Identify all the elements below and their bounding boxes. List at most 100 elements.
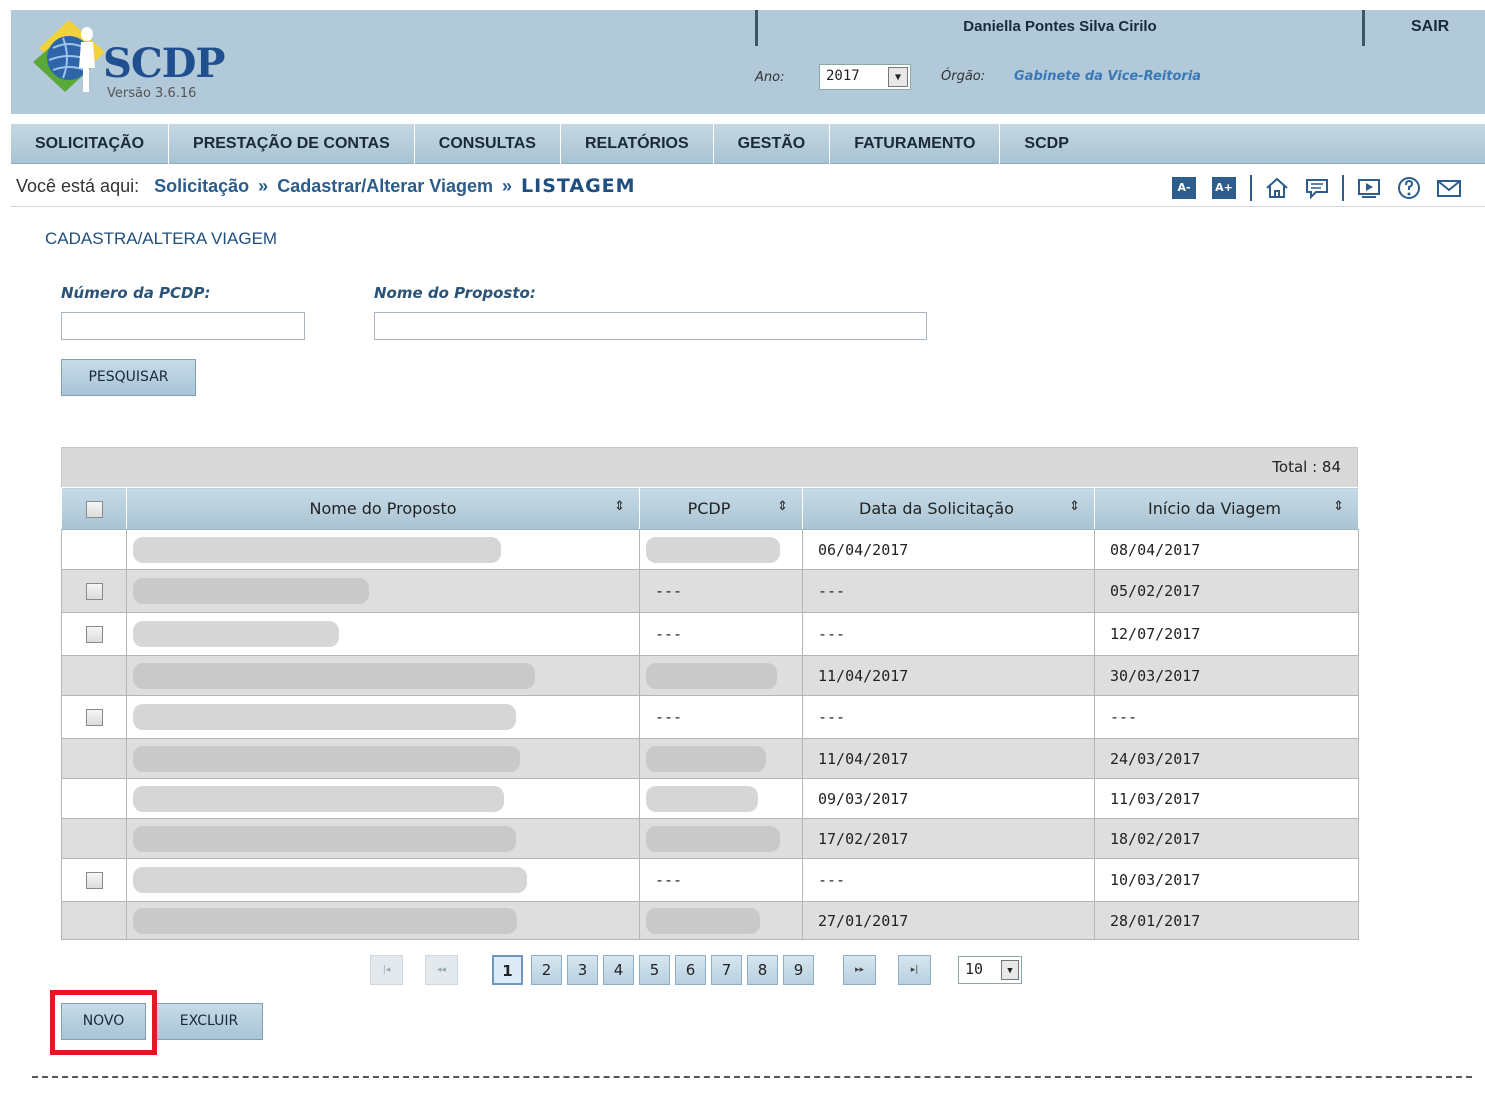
delete-button[interactable]: EXCLUIR	[155, 1003, 263, 1040]
sort-icon[interactable]: ⇕	[614, 499, 625, 514]
chat-icon[interactable]	[1304, 175, 1330, 201]
menu-item-solicitacao[interactable]: SOLICITAÇÃO	[11, 124, 170, 164]
row-checkbox[interactable]	[85, 872, 103, 889]
mail-icon[interactable]	[1436, 175, 1462, 201]
pcdp-label: Número da PCDP:	[61, 284, 211, 302]
row-select-cell	[61, 569, 127, 613]
redacted-name	[133, 867, 527, 893]
year-label: Ano:	[755, 70, 785, 85]
redacted-name	[133, 704, 516, 730]
redacted-name	[133, 621, 339, 647]
divider	[11, 206, 1485, 207]
row-select-cell	[61, 901, 127, 940]
breadcrumb-current: LISTAGEM	[521, 175, 636, 197]
column-header-inicio[interactable]: Início da Viagem ⇕	[1094, 487, 1359, 530]
row-select-cell	[61, 655, 127, 696]
sort-icon[interactable]: ⇕	[777, 499, 788, 514]
row-checkbox[interactable]	[85, 709, 103, 726]
redacted-pcdp	[646, 785, 758, 812]
menu-item-prestacao-contas[interactable]: PRESTAÇÃO DE CONTAS	[169, 124, 415, 164]
total-count: Total : 84	[61, 447, 1358, 487]
data-solicitacao-cell: ---	[802, 695, 1095, 739]
table-row[interactable]: --- --- 12/07/2017	[61, 612, 1359, 656]
year-select[interactable]: 2017 ▼	[819, 64, 911, 90]
scdp-logo-icon	[33, 20, 105, 92]
menu-item-faturamento[interactable]: FATURAMENTO	[830, 124, 1001, 164]
font-decrease-button[interactable]: A-	[1172, 177, 1196, 199]
search-button[interactable]: PESQUISAR	[61, 359, 196, 396]
page-button[interactable]: 5	[639, 955, 670, 985]
section-title: CADASTRA/ALTERA VIAGEM	[45, 229, 278, 248]
table-row[interactable]: --- --- 10/03/2017	[61, 858, 1359, 902]
page-button[interactable]: 1	[492, 955, 523, 985]
page-size-select[interactable]: 10 ▼	[958, 956, 1022, 984]
page-button[interactable]: 2	[531, 955, 562, 985]
row-checkbox[interactable]	[85, 626, 103, 643]
row-checkbox[interactable]	[85, 583, 103, 600]
sort-icon[interactable]: ⇕	[1069, 499, 1080, 514]
home-icon[interactable]	[1264, 175, 1290, 201]
redacted-name	[133, 578, 369, 604]
page-button[interactable]: 4	[603, 955, 634, 985]
redacted-name	[133, 825, 516, 852]
redacted-name	[133, 785, 504, 812]
table-row[interactable]: 27/01/2017 28/01/2017	[61, 901, 1359, 940]
table-row[interactable]: 06/04/2017 08/04/2017	[61, 529, 1359, 570]
table-row[interactable]: 11/04/2017 24/03/2017	[61, 738, 1359, 779]
table-row[interactable]: 17/02/2017 18/02/2017	[61, 818, 1359, 859]
redacted-pcdp	[646, 536, 780, 563]
menu-item-scdp[interactable]: SCDP	[1000, 124, 1092, 164]
prev-page-button[interactable]: ◂◂	[425, 955, 458, 985]
column-header-pcdp[interactable]: PCDP ⇕	[639, 487, 803, 530]
page-button[interactable]: 7	[711, 955, 742, 985]
help-icon[interactable]	[1396, 175, 1422, 201]
pcdp-cell: ---	[639, 569, 803, 613]
toolbar-separator	[1342, 175, 1344, 201]
column-header-data[interactable]: Data da Solicitação ⇕	[802, 487, 1095, 530]
table-row[interactable]: --- --- ---	[61, 695, 1359, 739]
nome-cell	[126, 818, 640, 859]
data-solicitacao-cell: 09/03/2017	[802, 778, 1095, 819]
breadcrumb-link-solicitacao[interactable]: Solicitação	[154, 176, 249, 196]
page-button[interactable]: 8	[747, 955, 778, 985]
first-page-button[interactable]: |◂	[370, 955, 403, 985]
sort-icon[interactable]: ⇕	[1333, 499, 1344, 514]
app-logo-text: SCDP	[103, 40, 225, 87]
menu-item-consultas[interactable]: CONSULTAS	[415, 124, 561, 164]
logout-button[interactable]: SAIR	[1411, 18, 1449, 36]
pagination: |◂ ◂◂ 123456789 ▸▸ ▸| 10 ▼	[370, 954, 1022, 986]
last-page-button[interactable]: ▸|	[898, 955, 931, 985]
page-button[interactable]: 6	[675, 955, 706, 985]
menu-item-gestao[interactable]: GESTÃO	[714, 124, 831, 164]
data-solicitacao-cell: ---	[802, 612, 1095, 656]
redacted-name	[133, 536, 501, 563]
table-row[interactable]: 11/04/2017 30/03/2017	[61, 655, 1359, 696]
page-button[interactable]: 9	[783, 955, 814, 985]
row-select-cell	[61, 529, 127, 570]
data-solicitacao-cell: ---	[802, 858, 1095, 902]
row-select-cell	[61, 818, 127, 859]
video-icon[interactable]	[1356, 175, 1382, 201]
chevron-down-icon[interactable]: ▼	[1001, 960, 1019, 980]
next-page-button[interactable]: ▸▸	[843, 955, 876, 985]
pcdp-input[interactable]	[61, 312, 305, 340]
table-row[interactable]: 09/03/2017 11/03/2017	[61, 778, 1359, 819]
redacted-name	[133, 662, 535, 689]
menu-item-relatorios[interactable]: RELATÓRIOS	[561, 124, 714, 164]
page-button[interactable]: 3	[567, 955, 598, 985]
nome-cell	[126, 778, 640, 819]
nome-cell	[126, 612, 640, 656]
inicio-viagem-cell: 12/07/2017	[1094, 612, 1359, 656]
inicio-viagem-cell: 30/03/2017	[1094, 655, 1359, 696]
select-all-checkbox[interactable]	[85, 501, 103, 518]
font-increase-button[interactable]: A+	[1212, 177, 1236, 199]
pcdp-cell	[639, 655, 803, 696]
row-select-cell	[61, 695, 127, 739]
proposto-input[interactable]	[374, 312, 927, 340]
results-table: Total : 84 Nome do Proposto ⇕ PCDP ⇕ Data …	[61, 447, 1359, 940]
breadcrumb-link-cadastrar-viagem[interactable]: Cadastrar/Alterar Viagem	[277, 176, 493, 196]
breadcrumb: Você está aqui: Solicitação » Cadastrar/…	[16, 175, 636, 201]
column-header-nome[interactable]: Nome do Proposto ⇕	[126, 487, 640, 530]
table-row[interactable]: --- --- 05/02/2017	[61, 569, 1359, 613]
chevron-down-icon[interactable]: ▼	[888, 67, 908, 87]
